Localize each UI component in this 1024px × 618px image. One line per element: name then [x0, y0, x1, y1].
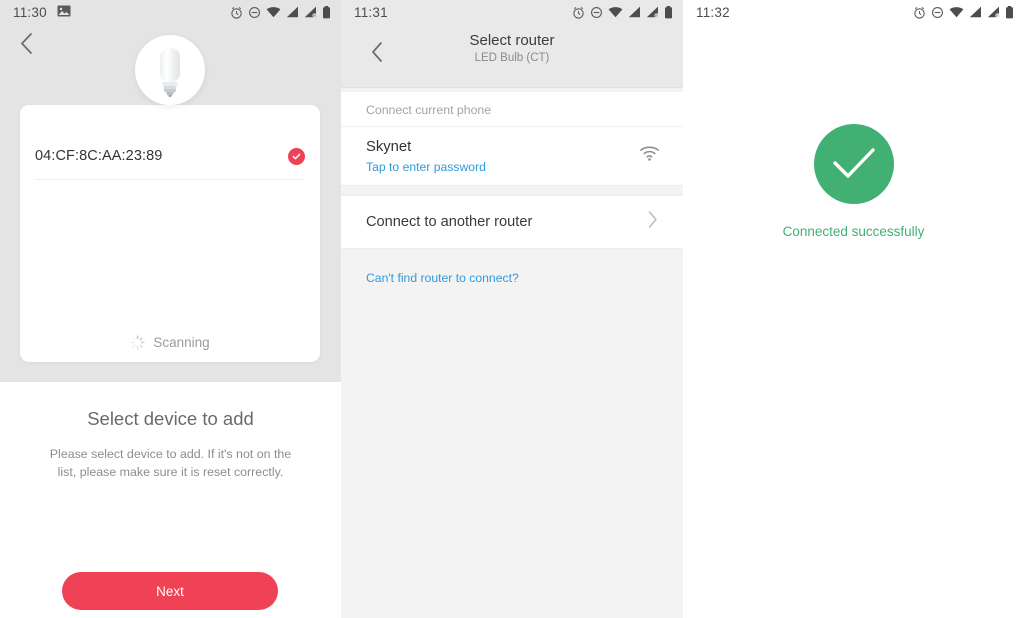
signal-icon — [286, 6, 299, 18]
led-bulb-icon — [160, 48, 180, 97]
status-clock: 11:31 — [354, 4, 388, 20]
do-not-disturb-icon — [590, 6, 603, 19]
svg-text:R: R — [313, 13, 316, 18]
router-password-hint[interactable]: Tap to enter password — [366, 160, 486, 174]
success-status-text: Connected successfully — [782, 224, 925, 239]
screen-connected-successfully: 11:32 R Connected successfully — [683, 0, 1024, 618]
back-button[interactable] — [13, 30, 39, 56]
router-list-item-skynet[interactable]: Skynet Tap to enter password — [341, 127, 683, 185]
scanning-label: Scanning — [153, 335, 210, 350]
wifi-icon — [608, 6, 623, 18]
device-bulb-thumbnail — [135, 35, 205, 105]
battery-icon — [322, 5, 331, 19]
app-header: Select router LED Bulb (CT) — [341, 24, 683, 88]
success-check-icon — [813, 124, 894, 204]
device-list-item[interactable]: 04:CF:8C:AA:23:89 — [35, 133, 305, 180]
page-subtitle: LED Bulb (CT) — [474, 52, 550, 64]
device-selected-check-icon[interactable] — [288, 147, 305, 165]
signal-icon — [628, 6, 641, 18]
router-ssid: Skynet — [366, 139, 412, 155]
svg-text:R: R — [996, 13, 999, 18]
screen2-footer: Can't find router to connect? — [341, 249, 683, 618]
cant-find-router-link[interactable]: Can't find router to connect? — [366, 271, 519, 285]
page-description: Please select device to add. If it's not… — [49, 447, 292, 480]
wifi-icon — [949, 6, 964, 18]
status-bar-1: 11:30 R — [0, 0, 341, 24]
page-title: Select device to add — [87, 408, 254, 429]
spinner-icon — [130, 335, 145, 350]
connect-another-router-row[interactable]: Connect to another router — [341, 196, 683, 249]
wifi-signal-icon — [640, 146, 659, 166]
chevron-right-icon — [648, 211, 658, 233]
status-clock: 11:32 — [696, 4, 730, 20]
screen1-bottom-section: Select device to add Please select devic… — [0, 382, 341, 618]
do-not-disturb-icon — [248, 6, 261, 19]
page-title: Select router — [469, 32, 555, 49]
connect-another-router-label: Connect to another router — [366, 214, 533, 230]
status-bar-2: 11:31 R — [341, 0, 683, 24]
image-icon — [57, 4, 71, 21]
signal-icon — [969, 6, 982, 18]
wifi-icon — [266, 6, 281, 18]
signal-roaming-icon: R — [304, 6, 317, 18]
device-mac-address: 04:CF:8C:AA:23:89 — [35, 148, 163, 164]
scanning-status: Scanning — [20, 335, 320, 350]
status-bar-3: 11:32 R — [683, 0, 1024, 24]
signal-roaming-icon: R — [987, 6, 1000, 18]
svg-text:R: R — [655, 13, 658, 18]
battery-icon — [664, 5, 673, 19]
device-list-card: 04:CF:8C:AA:23:89 Scanning — [20, 105, 320, 362]
alarm-icon — [913, 6, 926, 19]
signal-roaming-icon: R — [646, 6, 659, 18]
alarm-icon — [572, 6, 585, 19]
list-divider — [341, 185, 683, 196]
battery-icon — [1005, 5, 1014, 19]
back-button[interactable] — [365, 40, 389, 64]
screen-select-router: 11:31 R Select router LED Bulb (CT) Conn… — [341, 0, 683, 618]
section-label-connect-current-phone: Connect current phone — [341, 92, 683, 127]
status-clock: 11:30 — [13, 4, 47, 20]
next-button[interactable]: Next — [62, 572, 278, 610]
three-phone-screenshots: 11:30 R 04:CF:8C:AA:23:89 Scanning Selec… — [0, 0, 1024, 618]
alarm-icon — [230, 6, 243, 19]
do-not-disturb-icon — [931, 6, 944, 19]
screen-select-device: 11:30 R 04:CF:8C:AA:23:89 Scanning Selec… — [0, 0, 341, 618]
success-indicator-group: Connected successfully — [683, 124, 1024, 239]
